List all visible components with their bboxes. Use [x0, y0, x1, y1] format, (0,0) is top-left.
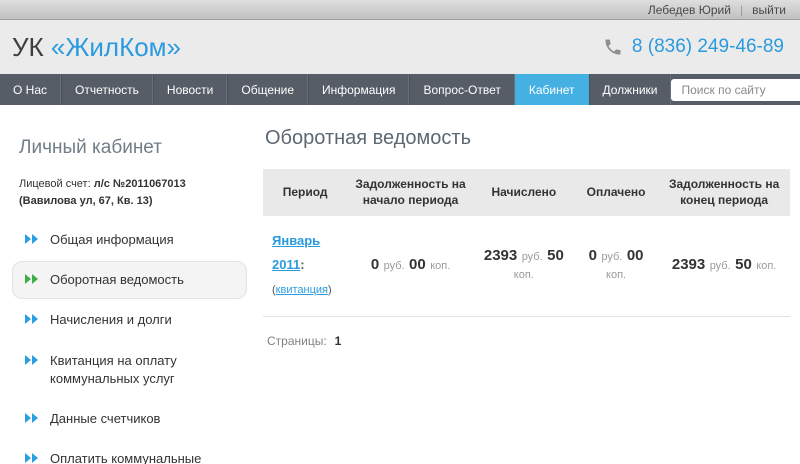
sidebar-item-label: Оборотная ведомость	[50, 271, 184, 289]
page-title: Оборотная ведомость	[265, 127, 790, 150]
sidebar-item-label: Данные счетчиков	[50, 410, 160, 428]
receipt-line: (квитанция)	[272, 284, 332, 296]
period-cell: Январь 2011: (квитанция)	[263, 216, 347, 317]
nav-item-qa[interactable]: Вопрос-Ответ	[409, 74, 514, 105]
topbar-separator: |	[740, 3, 743, 17]
nav-item-news[interactable]: Новости	[153, 74, 227, 105]
amount-kop: 00	[627, 247, 644, 264]
amount-rub: 0	[371, 256, 379, 273]
sidebar-menu: Общая информация Оборотная ведомость Нач…	[12, 221, 247, 464]
period-suffix: :	[300, 257, 304, 272]
nav-item-information[interactable]: Информация	[308, 74, 409, 105]
sidebar-item-label: Оплатить коммунальные услуги через сайт	[50, 450, 234, 464]
site-logo[interactable]: УК «ЖилКом»	[12, 32, 181, 63]
logo-prefix: УК	[12, 32, 44, 62]
sidebar-item-label: Квитанция на оплату коммунальных услуг	[50, 352, 234, 388]
period-link[interactable]: Январь 2011	[272, 233, 320, 272]
main-panel: Оборотная ведомость Период Задолженность…	[255, 105, 800, 464]
page-number[interactable]: 1	[335, 334, 342, 348]
unit-kop: коп.	[606, 269, 626, 281]
page: Лебедев Юрий | выйти УК «ЖилКом» 8 (836)…	[0, 0, 800, 464]
unit-kop: коп.	[756, 260, 776, 272]
nav-item-debtors[interactable]: Должники	[589, 74, 672, 105]
nav-item-cabinet[interactable]: Кабинет	[515, 74, 589, 105]
double-chevron-icon	[25, 413, 39, 423]
double-chevron-icon	[25, 453, 39, 463]
main-nav: О Нас Отчетность Новости Общение Информа…	[0, 74, 800, 105]
sidebar-item-utility-receipt[interactable]: Квитанция на оплату коммунальных услуг	[12, 342, 247, 398]
unit-rub: руб.	[710, 260, 731, 272]
turnover-table: Период Задолженность на начало периода Н…	[263, 169, 790, 317]
sidebar: Личный кабинет Лицевой счет: л/с №201106…	[0, 105, 255, 464]
unit-kop: коп.	[430, 260, 450, 272]
col-header-accrued: Начислено	[474, 169, 574, 216]
search-input[interactable]	[671, 79, 800, 101]
amount-rub: 2393	[672, 256, 705, 273]
receipt-paren-close: )	[328, 284, 332, 296]
sidebar-item-meter-data[interactable]: Данные счетчиков	[12, 400, 247, 438]
phone-icon	[603, 37, 623, 57]
double-chevron-icon	[25, 355, 39, 365]
double-chevron-icon	[25, 234, 39, 244]
content: Личный кабинет Лицевой счет: л/с №201106…	[0, 105, 800, 464]
amount-cell-paid: 0 руб. 00 коп.	[574, 216, 658, 317]
sidebar-title: Личный кабинет	[19, 137, 247, 159]
unit-kop: коп.	[514, 269, 534, 281]
nav-item-reports[interactable]: Отчетность	[61, 74, 153, 105]
sidebar-item-pay-online[interactable]: Оплатить коммунальные услуги через сайт	[12, 440, 247, 464]
amount-rub: 0	[589, 247, 597, 264]
site-search	[671, 79, 800, 101]
header: УК «ЖилКом» 8 (836) 249-46-89	[0, 20, 800, 74]
col-header-period: Период	[263, 169, 347, 216]
topbar: Лебедев Юрий | выйти	[0, 0, 800, 20]
double-chevron-icon	[25, 274, 39, 284]
pagination: Страницы: 1	[267, 334, 790, 348]
col-header-paid: Оплачено	[574, 169, 658, 216]
user-name-link[interactable]: Лебедев Юрий	[648, 3, 731, 17]
table-row: Январь 2011: (квитанция) 0 руб. 00 коп. …	[263, 216, 790, 317]
amount-rub: 2393	[484, 247, 517, 264]
sidebar-item-turnover-sheet[interactable]: Оборотная ведомость	[12, 261, 247, 299]
sidebar-item-charges-debts[interactable]: Начисления и долги	[12, 301, 247, 339]
unit-rub: руб.	[601, 251, 622, 263]
amount-kop: 50	[547, 247, 564, 264]
amount-kop: 00	[409, 256, 426, 273]
double-chevron-icon	[25, 314, 39, 324]
sidebar-item-general-info[interactable]: Общая информация	[12, 221, 247, 259]
pages-label: Страницы:	[267, 334, 327, 348]
logo-name: «ЖилКом»	[51, 32, 181, 62]
amount-kop: 50	[735, 256, 752, 273]
account-info: Лицевой счет: л/с №2011067013 (Вавилова …	[19, 176, 243, 209]
receipt-link[interactable]: квитанция	[276, 284, 328, 296]
col-header-debt-end: Задолженность на конец периода	[658, 169, 790, 216]
unit-rub: руб.	[522, 251, 543, 263]
account-label: Лицевой счет:	[19, 178, 91, 190]
amount-cell-debt-start: 0 руб. 00 коп.	[347, 216, 473, 317]
table-header-row: Период Задолженность на начало периода Н…	[263, 169, 790, 216]
amount-cell-accrued: 2393 руб. 50 коп.	[474, 216, 574, 317]
col-header-debt-start: Задолженность на начало периода	[347, 169, 473, 216]
phone-number[interactable]: 8 (836) 249-46-89	[632, 36, 784, 58]
amount-cell-debt-end: 2393 руб. 50 коп.	[658, 216, 790, 317]
nav-item-about[interactable]: О Нас	[0, 74, 61, 105]
nav-item-community[interactable]: Общение	[227, 74, 308, 105]
logout-link[interactable]: выйти	[752, 3, 786, 17]
phone-block: 8 (836) 249-46-89	[603, 36, 784, 58]
sidebar-item-label: Начисления и долги	[50, 311, 172, 329]
unit-rub: руб.	[384, 260, 405, 272]
sidebar-item-label: Общая информация	[50, 231, 174, 249]
